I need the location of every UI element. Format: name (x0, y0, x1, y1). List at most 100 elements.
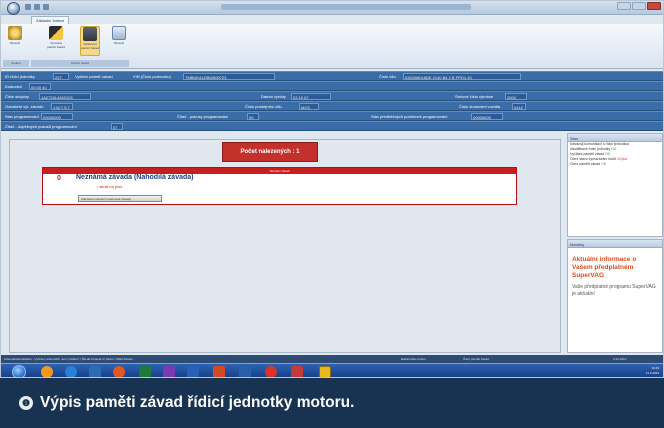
window-title (221, 4, 471, 10)
eraser-icon (49, 26, 63, 40)
explorer-icon[interactable] (89, 366, 101, 377)
ribbon-tab-basic[interactable]: Základní funkce (31, 16, 70, 24)
media-player-icon[interactable] (113, 366, 125, 377)
window-icon (112, 26, 126, 40)
info-row-2: Kódování 00 00 40 (1, 81, 663, 91)
reload-button[interactable]: Obnovit (109, 26, 129, 56)
workshop-label: Číslo prodejního dílu (245, 104, 282, 109)
chrome-icon[interactable] (41, 366, 53, 377)
vin-label: VIN (Číslo podvozku) (133, 74, 171, 79)
caption-number: ❶ (19, 396, 33, 410)
attempts-value: 00 (247, 113, 259, 120)
news-panel-title: Novinky (568, 240, 662, 248)
status-bar: Automatická detekce - Vybraný automobil:… (1, 355, 663, 363)
status-state: OK (601, 162, 607, 166)
info-row-5: Stav programování 00000000 Čítač - pokus… (1, 111, 663, 121)
fault-card: Seznam závad 0 Neznámá závada (Nahodilá … (42, 167, 517, 205)
minimize-button[interactable] (617, 2, 631, 10)
taskbar: 10:43 11.2.2013 (1, 363, 663, 377)
fault-code: 0 (57, 175, 61, 182)
info-row-1: ID řídicí jednotky 227 Vyčtení paměť záv… (1, 71, 663, 81)
statusbar-module: Elektronika motoru (401, 357, 427, 361)
status-state: OK (611, 147, 617, 151)
refresh-button[interactable]: Obnovit (5, 26, 25, 56)
status-text: Čtení paměti závad (570, 162, 601, 166)
system-tray-clock[interactable]: 10:43 11.2.2013 (646, 366, 659, 376)
maximize-button[interactable] (632, 2, 646, 10)
part-number-value: 03G906018DE 2140 B4 2 B PPD1.10 (403, 73, 521, 80)
group-faults-label: Paměť závad (31, 60, 129, 67)
quick-access-toolbar (25, 4, 49, 10)
read-faults-label: Vyčtení paměť závad (75, 74, 113, 79)
close-button[interactable] (647, 2, 661, 10)
print-faults-button[interactable]: Vytisknout paměť závad (80, 26, 100, 56)
equipment-label: Číslo zhotovení vozidla (459, 104, 501, 109)
supervag-icon[interactable] (319, 366, 331, 377)
clock-date: 11.2.2013 (645, 371, 659, 375)
fault-name: Neznámá závada (Nahodilá závada) (76, 174, 194, 181)
successful-attempts-label: Čítač - úspěšných pokusů programování (5, 124, 77, 129)
preconditions-value: 00000000 (471, 113, 503, 120)
group-file-label: Soubor (3, 60, 29, 67)
group-number-label: Číslo skupiny (5, 94, 29, 99)
status-state: OK (605, 152, 611, 156)
figure-caption: ❶ Výpis paměti závad řídicí jednotky mot… (0, 378, 664, 428)
workshop-value: MO3 (299, 103, 319, 110)
serial-value: 2004 (505, 93, 527, 100)
status-text: Vyčítání paměti závad (570, 152, 605, 156)
manufacturer-value: J.W.T.S.T (51, 103, 73, 110)
caption-text: Výpis paměti závad řídicí jednotky motor… (40, 394, 355, 411)
status-text: Čtení stavu vymazávání kódů (570, 157, 616, 161)
statusbar-action: Čtení paměti závad (463, 357, 489, 361)
word-icon[interactable] (239, 366, 251, 377)
ribbon: Obnovit Vymazat paměť závad Vytisknout p… (1, 24, 663, 69)
equipment-value: 0412 (512, 103, 526, 110)
fault-detail: • skrat na plus (97, 184, 123, 189)
preconditions-label: Stav předběžných podmínek programování (371, 114, 448, 119)
start-button[interactable] (12, 365, 26, 377)
info-row-4: Označení výr. závodu J.W.T.S.T Číslo pro… (1, 101, 663, 111)
onenote-icon[interactable] (163, 366, 175, 377)
clear-faults-button[interactable]: Vymazat paměť závad (46, 26, 66, 56)
serial-label: Sériové číslo výrobce (455, 94, 494, 99)
ecu-id-label: ID řídicí jednotky (5, 74, 35, 79)
clear-faults-label: Vymazat paměť závad (47, 41, 65, 49)
news-panel: Novinky Aktuální informace o Vašem předp… (567, 239, 663, 353)
status-text: Identifikace řídicí jednotky (570, 147, 611, 151)
attempts-label: Čítač - pokusy programování (177, 114, 229, 119)
excel-icon[interactable] (139, 366, 151, 377)
qat-dropdown-icon[interactable] (43, 4, 49, 10)
programming-state-label: Stav programování (5, 114, 39, 119)
powerpoint-icon[interactable] (213, 366, 225, 377)
outlook-icon[interactable] (187, 366, 199, 377)
info-row-6: Čítač - úspěšných pokusů programování 07 (1, 121, 663, 131)
app-menu-button[interactable] (7, 2, 20, 15)
app-window: Základní funkce Obnovit Vymazat paměť zá… (0, 0, 664, 378)
info-row-3: Číslo skupiny 1A2720L4462103 Datum výrob… (1, 91, 663, 101)
group-number-value: 1A2720L4462103 (39, 93, 91, 100)
opera-icon[interactable] (265, 366, 277, 377)
programming-state-value: 00000000 (41, 113, 73, 120)
fault-count: Počet nalezených : 1 (222, 142, 318, 162)
title-bar (1, 1, 663, 15)
qat-save-icon[interactable] (25, 4, 31, 10)
status-state: Chyba (616, 157, 628, 161)
status-panel: Stav Navazuji komunikaci s řídicí jednot… (567, 133, 663, 237)
status-panel-title: Stav (568, 134, 662, 142)
coding-value: 00 00 40 (29, 83, 51, 90)
statusbar-vehicle: Automatická detekce - Vybraný automobil:… (4, 357, 133, 361)
internet-explorer-icon[interactable] (65, 366, 77, 377)
app-icon[interactable] (291, 366, 303, 377)
printer-icon (83, 27, 97, 41)
freeze-frame-button[interactable]: Zobrazení okolních podmínek závady (78, 195, 162, 202)
status-line: Čtení paměti závad OK (568, 162, 662, 167)
vin-value: TMBDK41Z9B2800723 (183, 73, 275, 80)
part-number-label: Číslo dílu (379, 74, 396, 79)
reload-button-label: Obnovit (113, 41, 125, 45)
production-date-value: 03 10 07 (291, 93, 331, 100)
gear-icon (8, 26, 22, 40)
manufacturer-label: Označení výr. závodu (5, 104, 44, 109)
refresh-button-label: Obnovit (9, 41, 21, 45)
news-heading[interactable]: Aktuální informace o Vašem předplatném S… (568, 248, 662, 280)
qat-undo-icon[interactable] (34, 4, 40, 10)
